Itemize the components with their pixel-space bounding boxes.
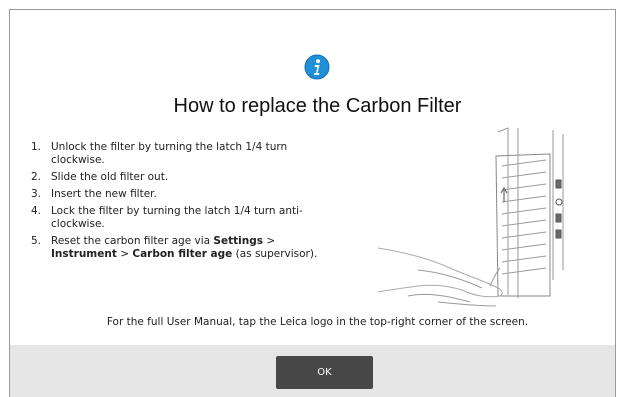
- settings-path-settings: Settings: [213, 235, 263, 247]
- step-text: Insert the new filter.: [51, 188, 157, 200]
- ok-button[interactable]: OK: [276, 356, 373, 389]
- step-item: 1. Unlock the filter by turning the latc…: [31, 141, 288, 166]
- instruction-list: 1. Unlock the filter by turning the latc…: [31, 141, 331, 265]
- settings-path-carbon-filter-age: Carbon filter age: [132, 248, 233, 260]
- step-item: 2. Slide the old filter out.: [31, 171, 169, 183]
- step-text: Slide the old filter out.: [51, 171, 169, 183]
- step-text: Unlock the filter by turning the latch 1…: [51, 141, 288, 166]
- step-item: 4. Lock the filter by turning the latch …: [31, 205, 303, 230]
- settings-path-instrument: Instrument: [51, 248, 117, 260]
- step-item: 3. Insert the new filter.: [31, 188, 157, 200]
- dialog-title: How to replace the Carbon Filter: [173, 95, 462, 117]
- carbon-filter-illustration: [378, 127, 564, 307]
- info-icon: [304, 54, 330, 80]
- step-text: Reset the carbon filter age via Settings…: [51, 235, 318, 260]
- step-text: Lock the filter by turning the latch 1/4…: [51, 205, 303, 230]
- step-item: 5. Reset the carbon filter age via Setti…: [31, 235, 318, 260]
- user-manual-note: For the full User Manual, tap the Leica …: [106, 316, 529, 328]
